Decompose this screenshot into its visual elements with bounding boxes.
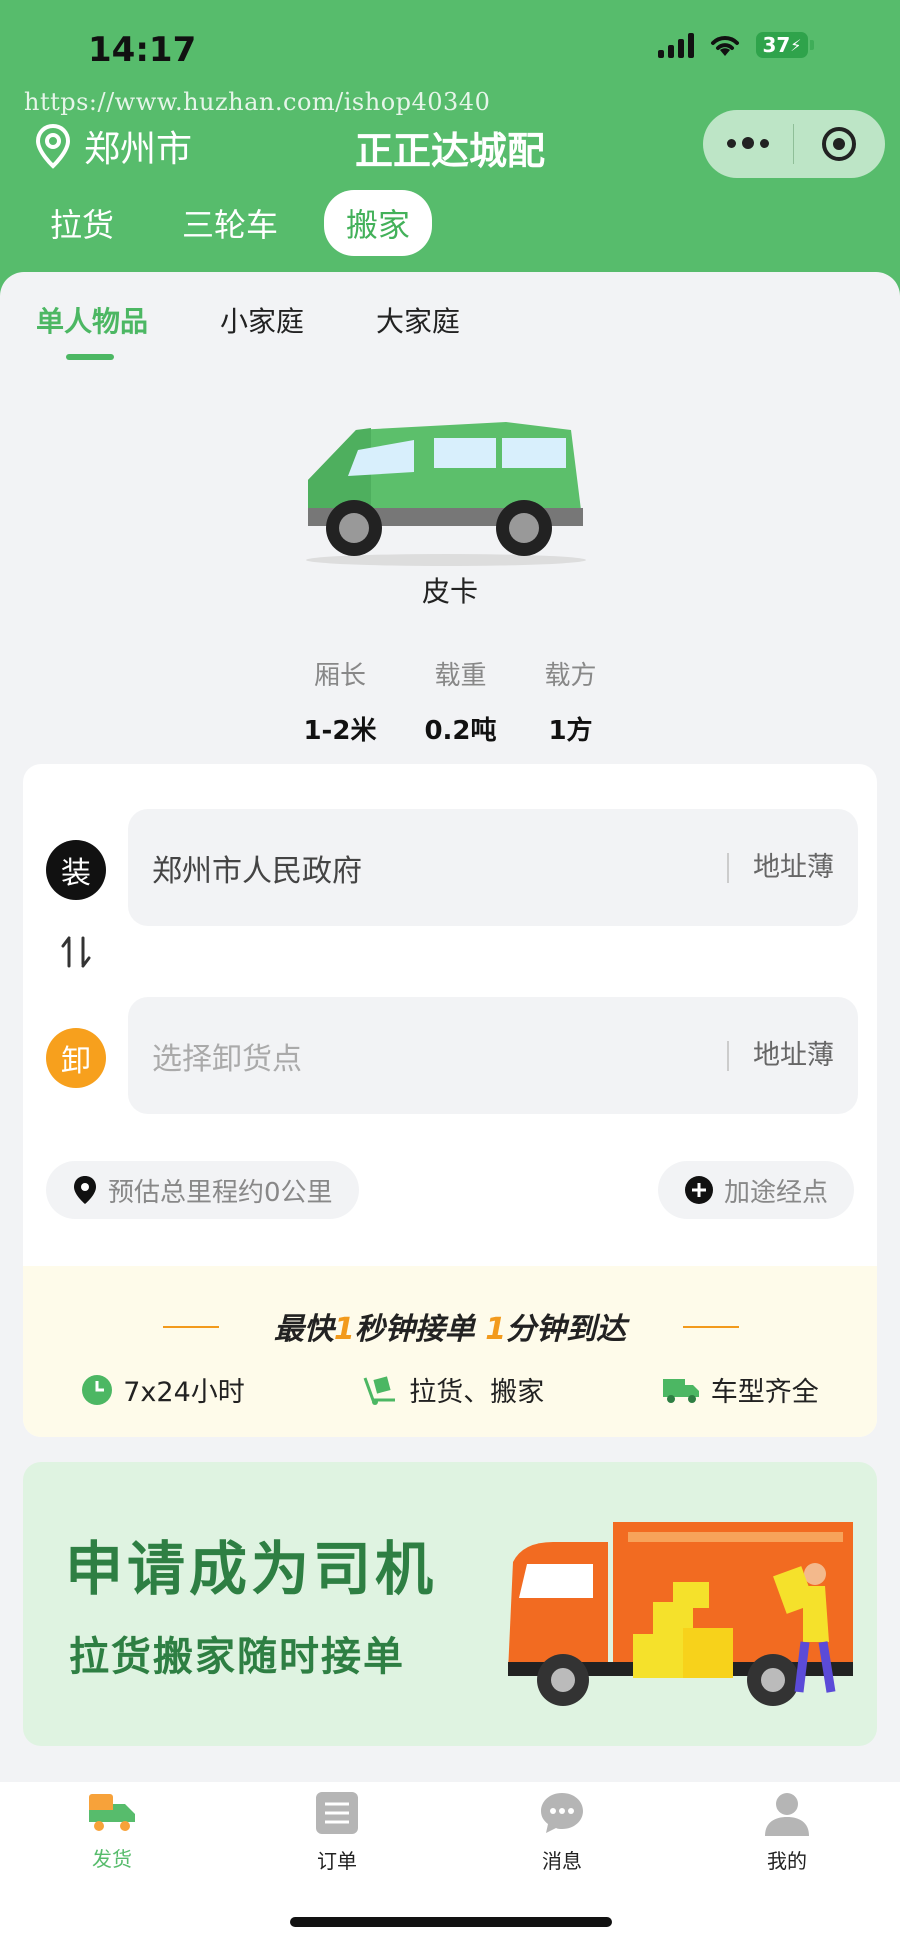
tab-tricycle[interactable]: 三轮车 [160,190,300,256]
home-indicator [290,1917,612,1927]
nav-label: 订单 [317,1849,357,1873]
promo-features: 7x24小时 拉货、搬家 车型齐全 [23,1370,877,1409]
user-icon [765,1793,809,1836]
promo-number: 1 [333,1312,355,1347]
become-driver-banner[interactable]: 申请成为司机 拉货搬家随时接单 [23,1462,877,1746]
wifi-icon [711,36,739,56]
swap-address-icon[interactable] [59,932,93,980]
nav-profile[interactable]: 我的 [727,1790,847,1874]
feature-24h: 7x24小时 [81,1370,245,1409]
unload-address-placeholder[interactable]: 选择卸货点 [128,1034,727,1078]
unload-address-book-button[interactable]: 地址薄 [727,1040,858,1071]
banner-headline: 申请成为司机 [65,1535,438,1603]
spec-value: 1方 [548,716,593,746]
vehicle-specs: 厢长 1-2米 载重 0.2吨 载方 1方 [0,655,900,747]
service-tabs: 拉货 三轮车 搬家 [28,190,433,256]
spec-label: 载方 [544,661,597,691]
feature-label: 车型齐全 [710,1377,819,1408]
list-icon [316,1792,358,1834]
status-time: 14:17 [88,30,197,70]
unload-badge: 卸 [46,1028,106,1088]
close-target-icon[interactable] [794,124,884,164]
hand-truck-icon [363,1375,396,1405]
active-tab-indicator [66,354,114,360]
nav-messages[interactable]: 消息 [502,1790,622,1874]
promo-text: 最快 [273,1312,334,1347]
map-pin-icon [74,1176,96,1204]
spec-label: 载重 [434,661,487,691]
vehicle-name: 皮卡 [421,575,478,608]
plus-circle-icon [684,1176,713,1204]
watermark-url: https://www.huzhan.com/ishop40340 [24,88,491,116]
load-address-value[interactable]: 郑州市人民政府 [128,846,727,890]
tab-small-family[interactable]: 小家庭 [220,300,304,340]
promo-strip: 最快1秒钟接单 1分钟到达 7x24小时 拉货、搬家 车型齐全 [23,1266,877,1437]
promo-title: 最快1秒钟接单 1分钟到达 [23,1304,877,1348]
battery-level: 37 [762,33,791,57]
feature-label: 拉货、搬家 [409,1377,545,1408]
battery-icon: 37 ⚡ [756,32,814,58]
nav-label: 我的 [767,1849,807,1873]
nav-orders[interactable]: 订单 [277,1790,397,1874]
status-bar-icons: 37 ⚡ [658,32,814,58]
load-badge: 装 [46,840,106,900]
nav-ship[interactable]: 发货 [52,1790,172,1872]
distance-text: 预估总里程约0公里 [108,1177,333,1208]
tab-single-items[interactable]: 单人物品 [36,300,148,340]
nav-label: 消息 [542,1849,582,1873]
promo-line-right [683,1326,739,1328]
signal-icon [658,32,694,58]
tab-freight[interactable]: 拉货 [28,190,136,256]
truck-illustration [508,1522,853,1706]
truck-icon [89,1794,135,1831]
feature-vehicle-types: 车型齐全 [661,1370,819,1409]
nav-label: 发货 [92,1847,132,1871]
add-stop-label: 加途经点 [723,1177,828,1208]
load-address-field[interactable]: 郑州市人民政府 地址薄 [128,809,858,926]
promo-number: 1 [485,1312,507,1347]
spec-label: 厢长 [313,661,366,691]
move-size-tabs: 单人物品 小家庭 大家庭 [36,300,460,340]
route-card: 装 郑州市人民政府 地址薄 卸 选择卸货点 地址薄 预估总里程约0公里 加途经点… [23,764,877,1437]
more-menu-icon[interactable] [703,137,793,150]
tab-moving[interactable]: 搬家 [324,190,433,256]
banner-subline: 拉货搬家随时接单 [69,1634,405,1680]
delivery-truck-icon [662,1378,699,1403]
add-stop-button[interactable]: 加途经点 [657,1161,854,1219]
unload-address-field[interactable]: 选择卸货点 地址薄 [128,997,858,1114]
spec-volume: 载方 1方 [545,655,597,747]
tab-large-family[interactable]: 大家庭 [376,300,460,340]
spec-load: 载重 0.2吨 [424,655,496,747]
feature-label: 7x24小时 [123,1377,245,1408]
load-address-book-button[interactable]: 地址薄 [727,852,858,883]
spec-value: 1-2米 [303,716,377,746]
feature-freight-moving: 拉货、搬家 [361,1370,544,1409]
clock-icon [82,1374,113,1405]
mini-program-capsule [703,110,885,178]
distance-estimate: 预估总里程约0公里 [46,1161,359,1219]
spec-value: 0.2吨 [424,716,497,746]
promo-text: 秒钟接单 [354,1312,486,1347]
chat-icon [541,1793,583,1833]
pickup-vehicle-image [296,410,596,570]
promo-text: 分钟到达 [506,1312,627,1347]
spec-length: 厢长 1-2米 [303,655,376,747]
